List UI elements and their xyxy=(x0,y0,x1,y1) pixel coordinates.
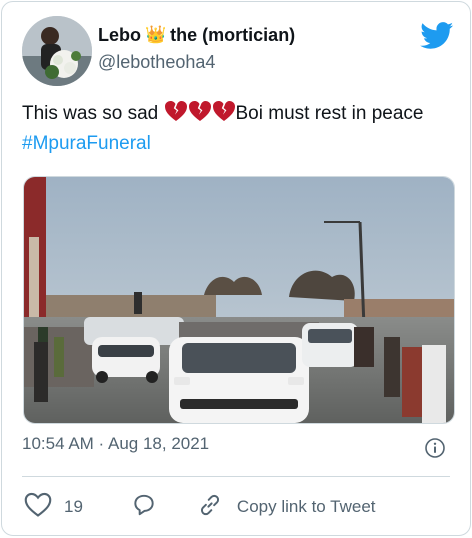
tweet-text: This was so sad Boi must rest in peace #… xyxy=(22,100,452,157)
tweet-header: Lebo 👑 the (mortician) @lebotheoha4 xyxy=(22,16,454,86)
avatar[interactable] xyxy=(22,16,92,86)
author-name-first: Lebo xyxy=(98,25,141,45)
tweet-timestamp[interactable]: 10:54 AM · Aug 18, 2021 xyxy=(22,434,209,454)
tweet-text-start: This was so sad xyxy=(22,103,164,124)
copy-link-label: Copy link to Tweet xyxy=(236,497,376,516)
broken-heart-emoji xyxy=(164,100,188,130)
tweet-media-video-thumbnail[interactable] xyxy=(23,176,455,424)
author-names: Lebo 👑 the (mortician) @lebotheoha4 xyxy=(98,24,295,73)
broken-heart-emoji xyxy=(188,100,212,130)
like-button[interactable]: 19 xyxy=(24,492,83,523)
heart-icon xyxy=(24,492,52,523)
tweet-embed-card[interactable]: Lebo 👑 the (mortician) @lebotheoha4 This… xyxy=(1,1,471,536)
reply-bubble-icon xyxy=(131,492,157,523)
author-name-rest: the (mortician) xyxy=(170,25,296,45)
broken-heart-emoji xyxy=(212,100,236,130)
tweet-actions: 19 Copy link to Tweet xyxy=(24,490,450,524)
crown-emoji: 👑 xyxy=(145,25,167,44)
author-handle[interactable]: @lebotheoha4 xyxy=(98,51,295,73)
info-icon[interactable] xyxy=(424,437,446,459)
author-display-name[interactable]: Lebo 👑 the (mortician) xyxy=(98,24,295,46)
divider xyxy=(22,476,450,477)
link-icon xyxy=(197,492,223,523)
hashtag-link[interactable]: #MpuraFuneral xyxy=(22,133,151,154)
tweet-text-end: Boi must rest in peace xyxy=(235,103,424,124)
reply-button[interactable] xyxy=(131,492,157,523)
like-count: 19 xyxy=(64,497,83,516)
copy-link-button[interactable]: Copy link to Tweet xyxy=(197,492,376,523)
twitter-bird-icon[interactable] xyxy=(420,22,454,50)
